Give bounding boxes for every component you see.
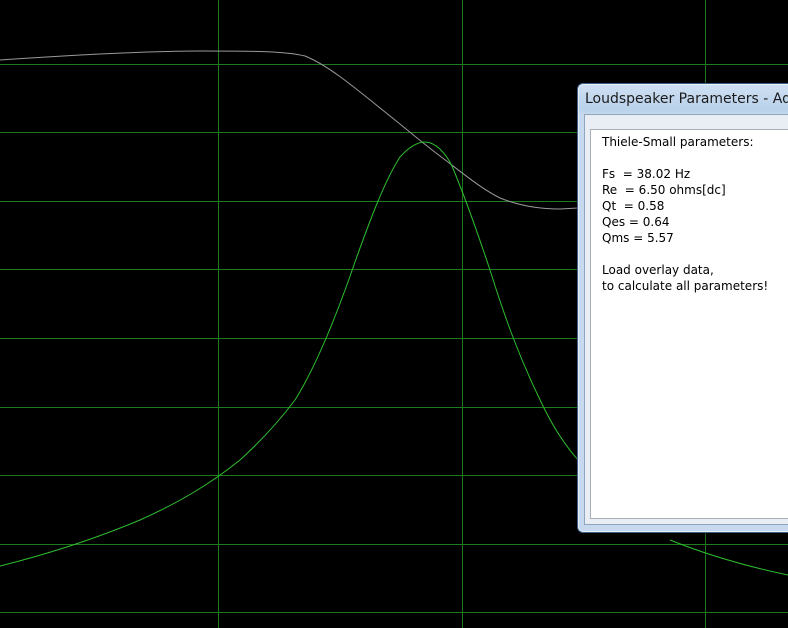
note-line-1: Load overlay data, bbox=[602, 263, 714, 277]
param-re: Re = 6.50 ohms[dc] bbox=[602, 183, 726, 197]
window-title: Loudspeaker Parameters - Added bbox=[585, 91, 788, 107]
parameters-text-panel[interactable]: Thiele-Small parameters: Fs = 38.02 Hz R… bbox=[590, 129, 788, 519]
param-qt: Qt = 0.58 bbox=[602, 199, 665, 213]
magnitude-curve bbox=[0, 50, 579, 210]
param-qes: Qes = 0.64 bbox=[602, 215, 670, 229]
note-line-2: to calculate all parameters! bbox=[602, 279, 769, 293]
parameters-heading: Thiele-Small parameters: bbox=[602, 135, 754, 149]
param-fs: Fs = 38.02 Hz bbox=[602, 167, 691, 181]
loudspeaker-parameters-window[interactable]: Loudspeaker Parameters - Added Thiele-Sm… bbox=[577, 83, 788, 533]
param-qms: Qms = 5.57 bbox=[602, 231, 674, 245]
